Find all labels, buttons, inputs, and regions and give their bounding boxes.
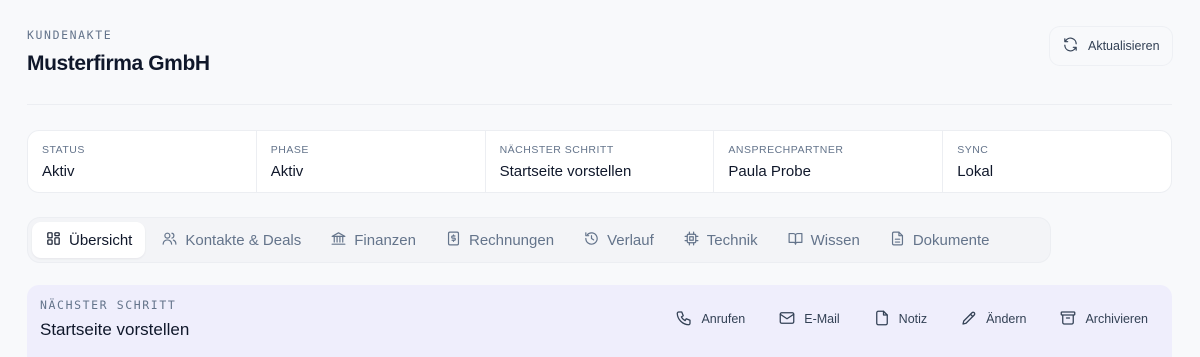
- tab-label: Wissen: [810, 231, 860, 249]
- tab-invoices[interactable]: Rechnungen: [432, 222, 567, 258]
- next-step-label: NÄCHSTER SCHRITT: [499, 144, 614, 156]
- tab-bar: Übersicht Kontakte & Deals Finanzen Rech…: [27, 217, 1051, 263]
- edit-button[interactable]: Ändern: [948, 301, 1040, 337]
- refresh-button[interactable]: Aktualisieren: [1050, 27, 1172, 65]
- archive-button[interactable]: Archivieren: [1047, 301, 1162, 337]
- status-card: STATUS Aktiv PHASE Aktiv NÄCHSTER SCHRIT…: [27, 130, 1172, 193]
- note-label: Notiz: [898, 312, 928, 326]
- tab-label: Verlauf: [607, 231, 654, 249]
- tab-finances[interactable]: Finanzen: [317, 222, 429, 258]
- document-icon: [889, 230, 906, 251]
- email-button[interactable]: E-Mail: [766, 301, 853, 337]
- phone-icon: [675, 309, 693, 330]
- tab-knowledge[interactable]: Wissen: [774, 222, 873, 258]
- note-icon: [873, 309, 891, 330]
- status-cell-next-step: NÄCHSTER SCHRITT Startseite vorstellen: [486, 131, 715, 192]
- next-step-title: Startseite vorstellen: [40, 320, 190, 339]
- sync-label: SYNC: [957, 144, 989, 156]
- refresh-icon: [1062, 36, 1079, 56]
- note-button[interactable]: Notiz: [861, 301, 941, 337]
- contact-label: ANSPRECHPARTNER: [728, 144, 844, 156]
- phase-label: PHASE: [270, 144, 309, 156]
- edit-label: Ändern: [986, 312, 1027, 326]
- status-cell-status: STATUS Aktiv: [28, 131, 257, 192]
- next-step-actions: Anrufen E-Mail Notiz Ändern Archivieren: [663, 301, 1162, 337]
- next-step-eyebrow: NÄCHSTER SCHRITT: [40, 298, 177, 312]
- history-icon: [583, 230, 600, 251]
- book-icon: [787, 230, 804, 251]
- call-button[interactable]: Anrufen: [663, 301, 759, 337]
- call-label: Anrufen: [701, 312, 746, 326]
- bank-icon: [330, 230, 347, 251]
- email-label: E-Mail: [804, 312, 840, 326]
- tab-tech[interactable]: Technik: [670, 222, 771, 258]
- tab-label: Übersicht: [69, 231, 133, 249]
- tab-label: Technik: [706, 231, 758, 249]
- sync-value: Lokal: [957, 163, 994, 180]
- status-cell-phase: PHASE Aktiv: [257, 131, 486, 192]
- status-cell-sync: SYNC Lokal: [943, 131, 1171, 192]
- contact-value: Paula Probe: [728, 163, 811, 180]
- tab-label: Rechnungen: [468, 231, 555, 249]
- status-cell-contact: ANSPRECHPARTNER Paula Probe: [714, 131, 944, 192]
- page-title: Musterfirma GmbH: [27, 52, 210, 75]
- refresh-label: Aktualisieren: [1088, 39, 1160, 53]
- grid-icon: [45, 230, 62, 251]
- mail-icon: [778, 309, 796, 330]
- archive-icon: [1059, 309, 1077, 330]
- archive-label: Archivieren: [1085, 312, 1148, 326]
- next-step-panel: NÄCHSTER SCHRITT Startseite vorstellen A…: [27, 285, 1172, 357]
- page-header: KUNDENAKTE Musterfirma GmbH: [27, 28, 210, 76]
- header-divider: [27, 104, 1172, 105]
- tab-label: Kontakte & Deals: [185, 231, 302, 249]
- invoice-icon: [445, 230, 462, 251]
- tab-history[interactable]: Verlauf: [570, 222, 667, 258]
- status-value: Aktiv: [42, 163, 75, 180]
- tab-label: Dokumente: [912, 231, 990, 249]
- status-label: STATUS: [42, 144, 85, 156]
- tab-documents[interactable]: Dokumente: [876, 222, 1003, 258]
- page-eyebrow: KUNDENAKTE: [27, 28, 113, 42]
- pencil-icon: [960, 309, 978, 330]
- users-icon: [161, 230, 178, 251]
- tab-label: Finanzen: [354, 231, 416, 249]
- next-step-value: Startseite vorstellen: [499, 163, 632, 180]
- tab-overview[interactable]: Übersicht: [32, 222, 146, 258]
- tab-contacts-deals[interactable]: Kontakte & Deals: [148, 222, 314, 258]
- chip-icon: [683, 230, 700, 251]
- phase-value: Aktiv: [270, 163, 304, 180]
